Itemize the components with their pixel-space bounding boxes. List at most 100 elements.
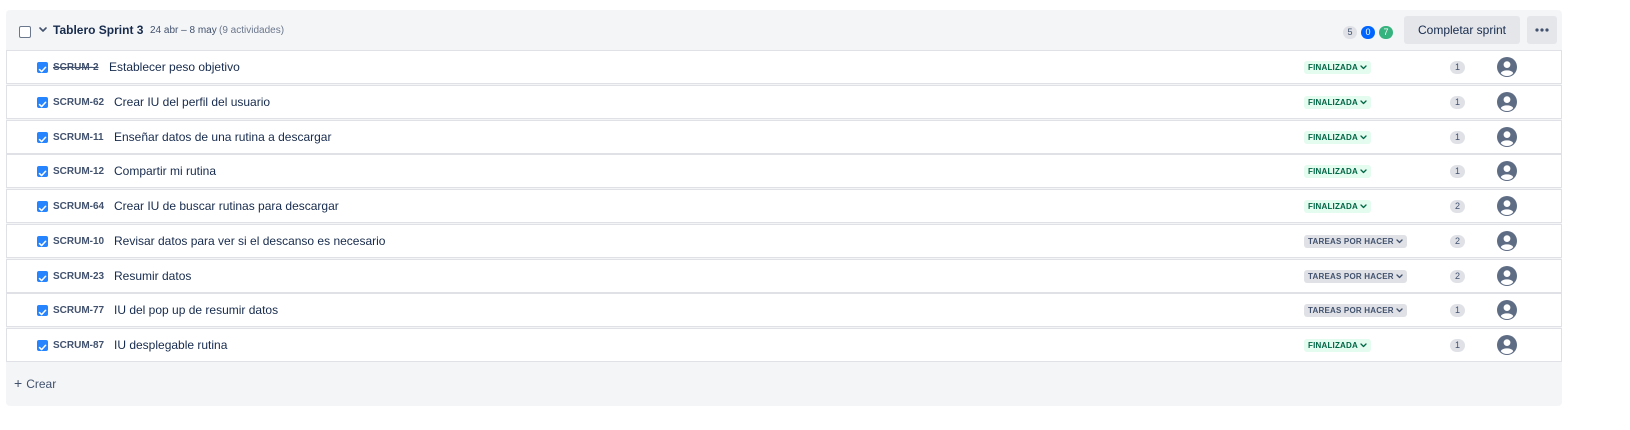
checkmark-icon: [38, 309, 47, 316]
status-dropdown[interactable]: FINALIZADA: [1304, 165, 1371, 179]
in-progress-points-badge: 0: [1361, 26, 1375, 39]
status-dropdown[interactable]: TAREAS POR HACER: [1304, 269, 1407, 283]
issue-key[interactable]: SCRUM-11: [53, 132, 104, 143]
status-label: FINALIZADA: [1308, 132, 1358, 142]
checkmark-icon: [38, 170, 47, 177]
checkmark-icon: [38, 240, 47, 247]
status-dropdown[interactable]: TAREAS POR HACER: [1304, 234, 1407, 248]
issue-row[interactable]: SCRUM-87 IU desplegable rutina FINALIZAD…: [6, 328, 1562, 362]
issue-checkbox[interactable]: [37, 340, 48, 351]
issue-checkbox[interactable]: [37, 131, 48, 143]
issue-summary[interactable]: Enseñar datos de una rutina a descargar: [114, 130, 331, 144]
issue-summary[interactable]: Crear IU de buscar rutinas para descarga…: [114, 199, 339, 213]
sprint-issue-count: (9 actividades): [219, 25, 285, 36]
story-points-badge: 1: [1450, 95, 1465, 109]
issue-checkbox[interactable]: [37, 270, 48, 282]
sprint-dates: 24 abr – 8 may: [150, 25, 217, 36]
issue-summary[interactable]: Crear IU del perfil del usuario: [114, 95, 270, 109]
status-dropdown[interactable]: FINALIZADA: [1304, 95, 1371, 109]
issue-checkbox[interactable]: [37, 62, 48, 73]
issue-row[interactable]: SCRUM-62 Crear IU del perfil del usuario…: [6, 84, 1562, 119]
done-points-badge: 7: [1379, 26, 1393, 39]
issue-summary[interactable]: Establecer peso objetivo: [109, 60, 240, 74]
issue-row[interactable]: SCRUM-64 Crear IU de buscar rutinas para…: [6, 189, 1562, 223]
sprint-title[interactable]: Tablero Sprint 3: [53, 23, 143, 37]
checkmark-icon: [38, 66, 47, 73]
chevron-down-icon: [1396, 239, 1403, 243]
issue-checkbox[interactable]: [37, 201, 48, 212]
create-label: Crear: [26, 377, 57, 391]
create-issue-button[interactable]: + Crear: [14, 375, 56, 391]
chevron-down-icon: [1360, 204, 1367, 209]
unassigned-avatar-icon[interactable]: [1497, 57, 1517, 77]
unassigned-avatar-icon[interactable]: [1497, 335, 1517, 355]
chevron-down-icon: [1360, 343, 1367, 348]
status-dropdown[interactable]: FINALIZADA: [1304, 130, 1371, 144]
issue-summary[interactable]: Revisar datos para ver si el descanso es…: [114, 234, 385, 248]
issue-row[interactable]: SCRUM-2 Establecer peso objetivo FINALIZ…: [6, 50, 1562, 84]
unassigned-avatar-icon[interactable]: [1497, 265, 1517, 286]
issue-row[interactable]: SCRUM-23 Resumir datos TAREAS POR HACER …: [6, 258, 1562, 293]
issue-key[interactable]: SCRUM-77: [53, 305, 104, 316]
issue-key[interactable]: SCRUM-62: [53, 97, 104, 108]
sprint-header: Tablero Sprint 3 24 abr – 8 may (9 activ…: [6, 10, 1562, 52]
chevron-down-icon: [1360, 134, 1367, 139]
todo-points-badge: 5: [1343, 26, 1357, 39]
unassigned-avatar-icon[interactable]: [1497, 300, 1517, 321]
chevron-down-icon: [1396, 273, 1403, 278]
unassigned-avatar-icon[interactable]: [1497, 161, 1517, 182]
status-label: TAREAS POR HACER: [1308, 271, 1394, 281]
issue-row[interactable]: SCRUM-12 Compartir mi rutina FINALIZADA …: [6, 154, 1562, 189]
more-actions-button[interactable]: [1527, 16, 1557, 44]
chevron-down-icon: [1396, 308, 1403, 313]
unassigned-avatar-icon[interactable]: [1497, 91, 1517, 112]
issue-summary[interactable]: IU del pop up de resumir datos: [114, 303, 278, 317]
issue-checkbox[interactable]: [37, 96, 48, 108]
status-label: FINALIZADA: [1308, 202, 1358, 211]
status-label: FINALIZADA: [1308, 341, 1358, 350]
issue-key[interactable]: SCRUM-10: [53, 236, 104, 247]
status-label: TAREAS POR HACER: [1308, 236, 1394, 246]
status-dropdown[interactable]: FINALIZADA: [1304, 61, 1371, 74]
issue-row[interactable]: SCRUM-11 Enseñar datos de una rutina a d…: [6, 119, 1562, 154]
story-points-badge: 1: [1450, 165, 1465, 179]
issue-key[interactable]: SCRUM-87: [53, 340, 104, 351]
ellipsis-icon: [1535, 28, 1549, 32]
issue-summary[interactable]: Resumir datos: [114, 269, 191, 283]
issue-row[interactable]: SCRUM-10 Revisar datos para ver si el de…: [6, 223, 1562, 258]
chevron-down-icon: [1360, 65, 1367, 70]
story-points-badge: 1: [1450, 339, 1465, 352]
chevron-down-icon: [1360, 100, 1367, 104]
status-label: FINALIZADA: [1308, 167, 1358, 177]
status-dropdown[interactable]: FINALIZADA: [1304, 200, 1371, 213]
checkmark-icon: [38, 275, 47, 281]
sprint-select-checkbox[interactable]: [19, 26, 31, 38]
issue-row[interactable]: SCRUM-77 IU del pop up de resumir datos …: [6, 293, 1562, 328]
story-points-badge: 1: [1450, 61, 1465, 74]
issue-key[interactable]: SCRUM-2: [53, 62, 99, 73]
status-dropdown[interactable]: FINALIZADA: [1304, 339, 1371, 352]
unassigned-avatar-icon[interactable]: [1497, 126, 1517, 147]
issue-checkbox[interactable]: [37, 305, 48, 317]
plus-icon: +: [14, 375, 23, 391]
story-points-badge: 1: [1450, 130, 1465, 144]
chevron-down-icon[interactable]: [38, 24, 48, 36]
unassigned-avatar-icon[interactable]: [1497, 196, 1517, 216]
status-label: FINALIZADA: [1308, 63, 1358, 72]
status-dropdown[interactable]: TAREAS POR HACER: [1304, 304, 1407, 318]
checkmark-icon: [38, 101, 47, 108]
issue-checkbox[interactable]: [37, 166, 48, 178]
issue-key[interactable]: SCRUM-23: [53, 271, 104, 282]
issue-key[interactable]: SCRUM-12: [53, 166, 104, 177]
issue-summary[interactable]: IU desplegable rutina: [114, 338, 227, 352]
issue-summary[interactable]: Compartir mi rutina: [114, 164, 216, 178]
story-points-badge: 2: [1450, 200, 1465, 213]
unassigned-avatar-icon[interactable]: [1497, 230, 1517, 251]
complete-sprint-button[interactable]: Completar sprint: [1404, 16, 1520, 44]
chevron-down-icon: [1360, 169, 1367, 174]
story-points-badge: 1: [1450, 304, 1465, 318]
issue-checkbox[interactable]: [37, 235, 48, 247]
sprint-container: Tablero Sprint 3 24 abr – 8 may (9 activ…: [6, 10, 1562, 406]
status-label: FINALIZADA: [1308, 97, 1358, 107]
issue-key[interactable]: SCRUM-64: [53, 201, 104, 212]
